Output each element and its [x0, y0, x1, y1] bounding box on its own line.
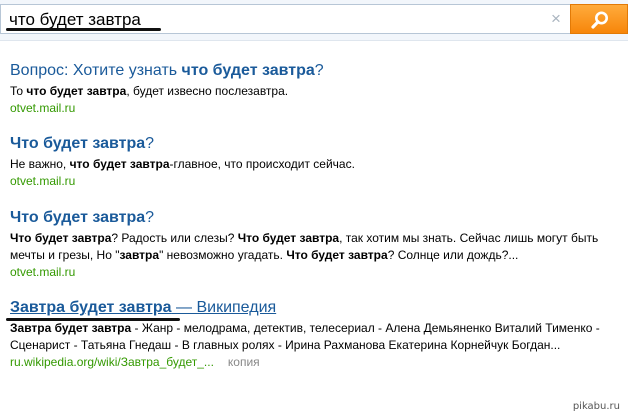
handdrawn-underline-query [6, 28, 161, 31]
snippet-run: Что будет завтра [286, 248, 388, 262]
search-result: Вопрос: Хотите узнать что будет завтра? … [10, 61, 622, 116]
result-url[interactable]: otvet.mail.ru [10, 100, 622, 116]
result-snippet: Завтра будет завтра - Жанр - мелодрама, … [10, 320, 622, 354]
snippet-run: Что будет завтра [237, 231, 340, 245]
snippet-run: , будет извесно послезавтра. [126, 84, 289, 98]
handdrawn-underline-wiki-title [6, 318, 180, 321]
search-result: Что будет завтра? Не важно, что будет за… [10, 134, 622, 189]
result-title-link[interactable]: Что будет завтра? [10, 208, 622, 228]
search-result: Что будет завтра? Что будет завтра? Радо… [10, 208, 622, 280]
result-title-link[interactable]: Завтра будет завтра — Википедия [10, 298, 622, 318]
snippet-run: ? Радость или слезы? [111, 231, 238, 245]
snippet-run: То [10, 84, 27, 98]
watermark: pikabu.ru [572, 401, 620, 412]
snippet-run: что будет завтра [69, 157, 170, 171]
result-snippet: То что будет завтра, будет извесно после… [10, 83, 622, 100]
search-button[interactable] [570, 4, 628, 34]
result-url-row: ru.wikipedia.org/wiki/Завтра_будет_... ко… [10, 354, 622, 370]
snippet-run: завтра [119, 248, 160, 262]
search-bar: × [0, 0, 628, 41]
snippet-run: Не важно, [10, 157, 70, 171]
search-icon [591, 11, 608, 29]
search-result-wikipedia: Завтра будет завтра — Википедия Завтра б… [10, 298, 622, 370]
snippet-run: " невозможно угадать. [159, 248, 287, 262]
snippet-run: -главное, что происходит сейчас. [169, 157, 355, 171]
result-title-link[interactable]: Что будет завтра? [10, 134, 622, 154]
snippet-run: что будет завтра [26, 84, 127, 98]
clear-icon[interactable]: × [549, 10, 563, 28]
result-url[interactable]: ru.wikipedia.org/wiki/Завтра_будет_... [10, 355, 214, 369]
result-url[interactable]: otvet.mail.ru [10, 173, 622, 189]
result-snippet: Не важно, что будет завтра-главное, что … [10, 156, 622, 173]
result-title-link[interactable]: Вопрос: Хотите узнать что будет завтра? [10, 61, 622, 81]
cached-copy-link[interactable]: копия [228, 355, 260, 369]
snippet-run: ? Солнце или дождь?... [387, 248, 519, 262]
snippet-run: Что будет завтра [10, 231, 112, 245]
snippet-run: Завтра будет завтра [10, 321, 132, 335]
result-url[interactable]: otvet.mail.ru [10, 264, 622, 280]
result-snippet: Что будет завтра? Радость или слезы? Что… [10, 230, 622, 264]
